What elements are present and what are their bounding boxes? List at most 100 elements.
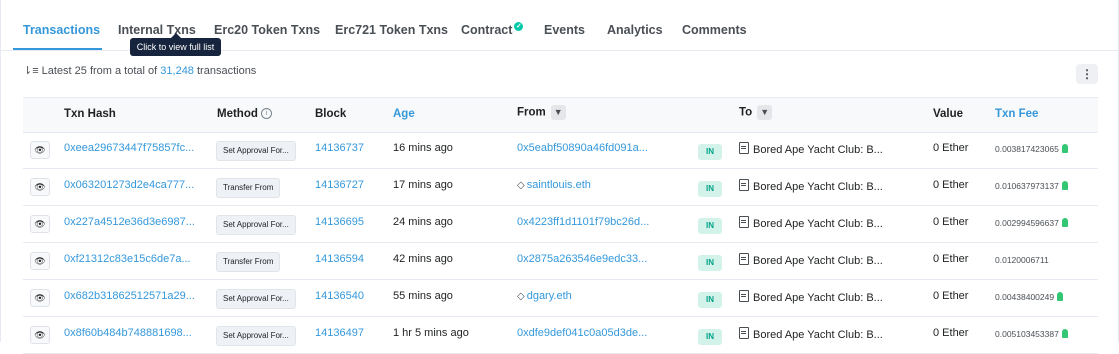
block-link[interactable]: 14136497	[315, 327, 364, 339]
ens-icon: ◇	[517, 291, 525, 302]
filter-icon[interactable]: ▼	[550, 105, 566, 120]
age-text: 16 mins ago	[393, 142, 453, 154]
block-link[interactable]: 14136727	[315, 179, 364, 191]
table-row: 👁 0x8f60b484b748881698... Set Approval F…	[23, 316, 1098, 354]
tab-erc721-token-txns[interactable]: Erc721 Token Txns	[335, 23, 448, 37]
table-row: 👁 0x682b31862512571a29... Set Approval F…	[23, 279, 1098, 317]
txn-fee: 0.00438400249	[995, 292, 1064, 302]
tab-internal-txns[interactable]: Internal Txns	[118, 23, 196, 37]
txn-fee: 0.0120006711	[995, 255, 1049, 265]
from-address-link[interactable]: ◇ dgary.eth	[517, 290, 572, 302]
gas-bulb-icon[interactable]	[1061, 329, 1068, 338]
check-circle-icon: ✓	[514, 22, 524, 31]
from-address-link[interactable]: ◇ saintlouis.eth	[517, 179, 591, 191]
tab-contract[interactable]: Contract ✓	[461, 22, 524, 37]
age-text: 42 mins ago	[393, 253, 453, 265]
to-address[interactable]: Bored Ape Yacht Club: B...	[739, 253, 883, 267]
header-from: From ▼	[517, 105, 566, 120]
block-link[interactable]: 14136540	[315, 290, 364, 302]
eye-icon[interactable]: 👁	[30, 289, 50, 307]
total-count-link[interactable]: 31,248	[160, 65, 194, 77]
to-address-label: Bored Ape Yacht Club: B...	[753, 181, 883, 193]
txn-hash-link[interactable]: 0xeea29673447f75857fc...	[64, 142, 194, 154]
tab-comments[interactable]: Comments	[682, 23, 747, 37]
gas-bulb-icon[interactable]	[1061, 181, 1068, 190]
to-address[interactable]: Bored Ape Yacht Club: B...	[739, 327, 883, 341]
gas-bulb-icon[interactable]	[1057, 292, 1064, 301]
txn-hash-link[interactable]: 0x063201273d2e4ca777...	[64, 179, 194, 191]
to-address-label: Bored Ape Yacht Club: B...	[753, 292, 883, 304]
gas-bulb-icon[interactable]	[1061, 218, 1068, 227]
txn-hash-link[interactable]: 0x227a4512e36d3e6987...	[64, 216, 195, 228]
to-address[interactable]: Bored Ape Yacht Club: B...	[739, 179, 883, 193]
method-badge: Transfer From	[216, 178, 281, 198]
to-address-label: Bored Ape Yacht Club: B...	[753, 144, 883, 156]
from-address-link[interactable]: 0xdfe9def041c0a05d3de...	[517, 327, 647, 339]
block-link[interactable]: 14136594	[315, 253, 364, 265]
value-text: 0 Ether	[933, 253, 969, 265]
to-address[interactable]: Bored Ape Yacht Club: B...	[739, 290, 883, 304]
txn-hash-link[interactable]: 0xf21312c83e15c6de7a...	[64, 253, 191, 265]
txn-fee-value: 0.002994596637	[995, 218, 1059, 228]
contract-document-icon	[739, 142, 749, 154]
tab-contract-label: Contract	[461, 23, 513, 37]
to-address-label: Bored Ape Yacht Club: B...	[753, 329, 883, 341]
txn-hash-link[interactable]: 0x682b31862512571a29...	[64, 290, 195, 302]
eye-icon[interactable]: 👁	[30, 326, 50, 344]
more-options-button[interactable]: ⋮	[1076, 64, 1098, 84]
block-link[interactable]: 14136737	[315, 142, 364, 154]
ens-icon: ◇	[517, 180, 525, 191]
tab-transactions[interactable]: Transactions	[23, 23, 100, 37]
eye-icon[interactable]: 👁	[30, 215, 50, 233]
info-icon[interactable]: i	[260, 108, 272, 120]
value-text: 0 Ether	[933, 216, 969, 228]
direction-badge: IN	[698, 255, 722, 271]
tab-erc20-token-txns[interactable]: Erc20 Token Txns	[214, 23, 320, 37]
summary-prefix: Latest 25 from a total of	[41, 65, 158, 77]
method-badge: Set Approval For...	[216, 215, 296, 235]
to-address-label: Bored Ape Yacht Club: B...	[753, 218, 883, 230]
eye-icon[interactable]: 👁	[30, 252, 50, 270]
transactions-card: Transactions Internal Txns Erc20 Token T…	[0, 0, 1119, 354]
tab-events[interactable]: Events	[544, 23, 585, 37]
age-text: 24 mins ago	[393, 216, 453, 228]
table-row: 👁 0xeea29673447f75857fc... Set Approval …	[23, 131, 1098, 169]
contract-document-icon	[739, 179, 749, 191]
txn-fee-value: 0.005103453387	[995, 329, 1059, 339]
from-address-link[interactable]: 0x2875a263546e9edc33...	[517, 253, 647, 265]
table-row: 👁 0x227a4512e36d3e6987... Set Approval F…	[23, 205, 1098, 243]
txn-fee-value: 0.0120006711	[995, 255, 1049, 265]
contract-document-icon	[739, 290, 749, 302]
header-age[interactable]: Age	[393, 108, 415, 120]
value-text: 0 Ether	[933, 327, 969, 339]
to-address[interactable]: Bored Ape Yacht Club: B...	[739, 216, 883, 230]
method-badge: Set Approval For...	[216, 141, 296, 161]
txn-hash-link[interactable]: 0x8f60b484b748881698...	[64, 327, 192, 339]
from-address-link[interactable]: 0x4223ff1d1101f79bc26d...	[517, 216, 649, 228]
block-link[interactable]: 14136695	[315, 216, 364, 228]
eye-icon[interactable]: 👁	[30, 141, 50, 159]
sort-descending-icon[interactable]: ⇂≡	[23, 65, 39, 77]
table-row: 👁 0xf21312c83e15c6de7a... Transfer From …	[23, 242, 1098, 280]
header-from-label: From	[517, 106, 546, 119]
txn-fee-value: 0.003817423065	[995, 144, 1059, 154]
to-address[interactable]: Bored Ape Yacht Club: B...	[739, 142, 883, 156]
filter-icon[interactable]: ▼	[757, 105, 773, 120]
tab-analytics[interactable]: Analytics	[607, 23, 663, 37]
eye-icon[interactable]: 👁	[30, 178, 50, 196]
to-address-label: Bored Ape Yacht Club: B...	[753, 255, 883, 267]
header-txn-fee[interactable]: Txn Fee	[995, 108, 1038, 120]
from-address-link[interactable]: 0x5eabf50890a46fd091a...	[517, 142, 648, 154]
from-ens-name: saintlouis.eth	[526, 179, 591, 191]
active-tab-indicator	[13, 48, 102, 50]
gas-bulb-icon[interactable]	[1061, 144, 1068, 153]
method-badge: Set Approval For...	[216, 289, 296, 309]
header-block: Block	[315, 108, 347, 120]
txn-fee-value: 0.010637973137	[995, 181, 1059, 191]
direction-badge: IN	[698, 144, 722, 160]
value-text: 0 Ether	[933, 142, 969, 154]
header-to: To ▼	[739, 105, 773, 120]
txn-fee-value: 0.00438400249	[995, 292, 1055, 302]
contract-document-icon	[739, 327, 749, 339]
from-ens-name: dgary.eth	[526, 290, 572, 302]
